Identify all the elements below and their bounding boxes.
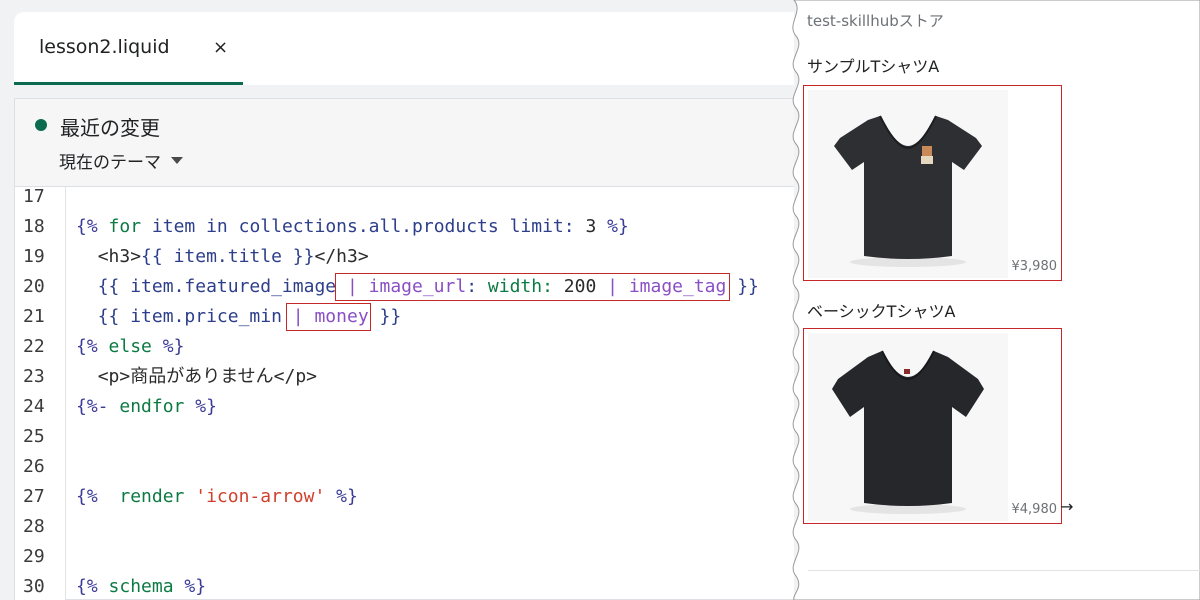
theme-select[interactable]: 現在のテーマ [59, 148, 183, 173]
money-highlight-box [286, 303, 371, 331]
line-number: 18 [23, 216, 45, 237]
close-icon[interactable]: × [213, 37, 228, 58]
editor-tab-bar: lesson2.liquid × [14, 12, 794, 85]
line-number: 20 [23, 276, 45, 297]
tab-label: lesson2.liquid [39, 36, 170, 58]
caret-down-icon [171, 156, 183, 164]
line-number: 26 [23, 456, 45, 477]
line-number: 21 [23, 306, 45, 327]
code-area[interactable]: 17 18 19 20 21 22 23 24 25 26 27 28 29 3… [15, 187, 794, 600]
tshirt-icon [834, 115, 982, 267]
store-name: test-skillhubストア [807, 12, 944, 30]
filter-highlight-box [335, 273, 730, 301]
theme-select-value: 現在のテーマ [59, 152, 161, 173]
tab-lesson2-liquid[interactable]: lesson2.liquid × [14, 12, 243, 85]
product-price: ¥4,980 [1011, 502, 1058, 517]
line-number: 27 [23, 486, 45, 507]
line-number: 29 [23, 546, 45, 567]
product-image[interactable] [808, 333, 1008, 521]
line-number: 23 [23, 366, 45, 387]
tshirt-icon [832, 350, 984, 514]
code-line-24: {%- endfor %} [76, 396, 217, 417]
line-number: 22 [23, 336, 45, 357]
code-line-22: {% else %} [76, 336, 185, 357]
product-image[interactable] [808, 90, 1008, 278]
line-number: 25 [23, 426, 45, 447]
arrow-right-icon[interactable]: → [1060, 497, 1073, 516]
product-card[interactable]: ¥3,980 [803, 85, 1062, 281]
store-preview: test-skillhubストア サンプルTシャツA ¥3,980 ベーシックT… [788, 0, 1200, 600]
product-price: ¥3,980 [1011, 259, 1058, 274]
divider [808, 570, 1200, 571]
status-label: 最近の変更 [60, 116, 160, 140]
code-line-30: {% schema %} [76, 576, 207, 597]
code-line-23: <p>商品がありません</p> [97, 366, 318, 387]
code-editor-panel: 最近の変更 現在のテーマ 17 18 19 20 21 22 23 24 25 … [14, 98, 794, 600]
code-line-18: {% for item in collections.all.products … [76, 216, 629, 237]
product-title[interactable]: サンプルTシャツA [807, 53, 939, 77]
status-dot-icon [35, 119, 47, 131]
code-line-19: <h3>{{ item.title }}</h3> [97, 246, 369, 267]
product-card[interactable]: ¥4,980 [803, 328, 1062, 524]
code-line-27: {% render 'icon-arrow' %} [76, 486, 358, 507]
line-number: 28 [23, 516, 45, 537]
line-number: 24 [23, 396, 45, 417]
line-gutter: 17 18 19 20 21 22 23 24 25 26 27 28 29 3… [15, 187, 66, 600]
panel-header: 最近の変更 現在のテーマ [15, 99, 794, 187]
line-number: 19 [23, 246, 45, 267]
line-number: 30 [23, 576, 45, 597]
line-number: 17 [23, 187, 45, 207]
product-title[interactable]: ベーシックTシャツA [807, 298, 955, 322]
